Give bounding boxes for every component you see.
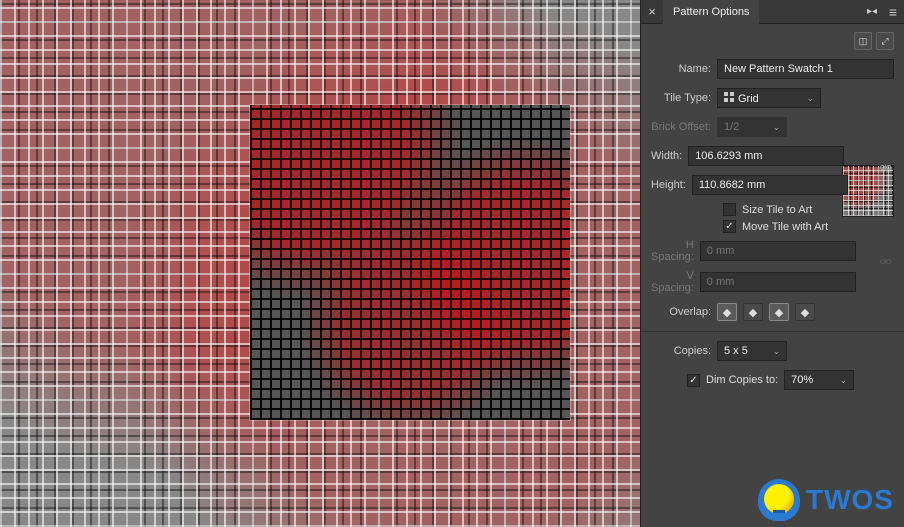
- logo-text: TWOS: [806, 484, 894, 516]
- pattern-tile-tool-icon[interactable]: ⤢: [876, 32, 894, 50]
- tile-bounds-icon[interactable]: ◫: [854, 32, 872, 50]
- pattern-tile-preview[interactable]: [250, 105, 570, 420]
- brick-offset-label: Brick Offset:: [651, 121, 717, 133]
- size-tile-to-art-checkbox[interactable]: [723, 203, 736, 216]
- panel-title[interactable]: Pattern Options: [663, 0, 759, 24]
- width-label: Width:: [651, 150, 688, 162]
- v-spacing-label: V Spacing:: [651, 270, 700, 294]
- chevron-down-icon: ⌄: [772, 122, 780, 133]
- width-field[interactable]: [688, 146, 844, 166]
- copies-label: Copies:: [651, 345, 717, 357]
- chevron-down-icon: ⌄: [772, 346, 780, 357]
- tile-type-label: Tile Type:: [651, 92, 717, 104]
- canvas-area[interactable]: [0, 0, 640, 527]
- overlap-left-in-front-button[interactable]: ◆: [717, 303, 737, 321]
- copies-select[interactable]: 5 x 5 ⌄: [717, 341, 787, 361]
- height-label: Height:: [651, 179, 692, 191]
- brick-offset-select: 1/2 ⌄: [717, 117, 787, 137]
- link-spacing-icon: ⚮: [879, 253, 892, 271]
- pattern-options-panel: × Pattern Options ▸◂ ≡ ◫ ⤢ Name: Tile Ty…: [640, 0, 904, 527]
- lightbulb-icon: [758, 479, 800, 521]
- name-field[interactable]: [717, 59, 894, 79]
- h-spacing-label: H Spacing:: [651, 239, 700, 263]
- move-tile-with-art-checkbox[interactable]: [723, 220, 736, 233]
- link-dimensions-icon[interactable]: ⚮: [879, 159, 892, 177]
- move-tile-with-art-label: Move Tile with Art: [742, 221, 828, 233]
- height-field[interactable]: [692, 175, 848, 195]
- chevron-down-icon: ⌄: [806, 93, 814, 104]
- dim-copies-checkbox[interactable]: [687, 374, 700, 387]
- overlap-label: Overlap:: [651, 306, 717, 318]
- overlap-right-in-front-button[interactable]: ◆: [743, 303, 763, 321]
- size-tile-to-art-label: Size Tile to Art: [742, 204, 812, 216]
- v-spacing-field: [700, 272, 856, 292]
- overlap-bottom-in-front-button[interactable]: ◆: [795, 303, 815, 321]
- chevron-down-icon: ⌄: [840, 375, 848, 386]
- name-label: Name:: [651, 63, 717, 75]
- panel-menu-icon[interactable]: ≡: [882, 4, 904, 20]
- collapse-panel-icon[interactable]: ▸◂: [862, 6, 882, 17]
- tile-type-select[interactable]: Grid ⌄: [717, 88, 821, 108]
- close-icon[interactable]: ×: [641, 4, 663, 19]
- dim-copies-label: Dim Copies to:: [706, 374, 778, 386]
- overlap-top-in-front-button[interactable]: ◆: [769, 303, 789, 321]
- grid-icon: [724, 92, 734, 102]
- dim-copies-select[interactable]: 70% ⌄: [784, 370, 854, 390]
- h-spacing-field: [700, 241, 856, 261]
- watermark-logo: TWOS: [758, 479, 894, 521]
